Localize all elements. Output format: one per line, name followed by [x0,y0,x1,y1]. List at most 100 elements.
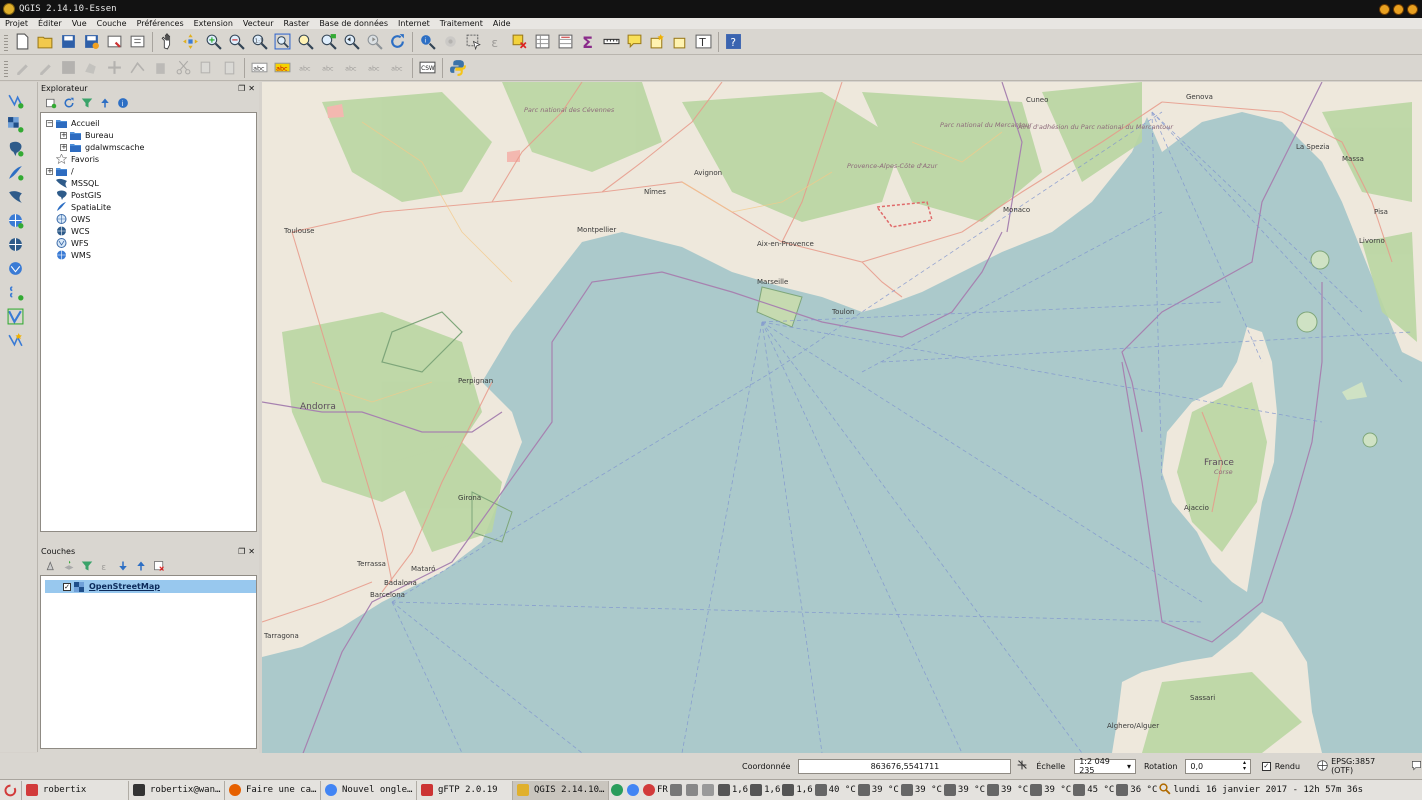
pan-hand-icon[interactable] [157,31,178,52]
add-delimited-text-layer-icon[interactable] [5,281,27,303]
map-canvas[interactable]: Toulouse Montpellier Nîmes Avignon Aix-e… [262,82,1422,753]
maximize-button[interactable] [1393,3,1404,15]
field-calculator-icon[interactable] [555,31,576,52]
pin-label-icon[interactable]: abc [295,57,316,78]
crs-globe-icon[interactable] [1317,759,1328,773]
tree-item-root[interactable]: + / [41,165,256,177]
zoom-last-icon[interactable] [341,31,362,52]
identify-icon[interactable]: i [417,31,438,52]
layer-row-openstreetmap[interactable]: ✓ OpenStreetMap [45,580,256,593]
python-console-icon[interactable] [447,57,468,78]
save-edits-icon[interactable] [58,57,79,78]
toolbar-grip[interactable] [4,32,8,51]
add-spatialite-layer-icon[interactable] [5,161,27,183]
composer-manager-icon[interactable] [127,31,148,52]
paste-icon[interactable] [219,57,240,78]
coordinate-field[interactable]: 863676,5541711 [798,758,1012,774]
menu-raster[interactable]: Raster [279,18,315,29]
menu-aide[interactable]: Aide [488,18,516,29]
network-icon[interactable] [611,784,623,796]
tree-item-wfs[interactable]: WFS [41,237,256,249]
scale-combobox[interactable]: 1:2 049 235 ▾ [1074,757,1136,775]
task-terminal[interactable]: robertix@wan… [129,780,225,800]
action-icon[interactable] [440,31,461,52]
refresh-icon[interactable] [387,31,408,52]
task-firefox[interactable]: Faire une ca… [225,780,321,800]
menu-base-de-donnees[interactable]: Base de données [314,18,393,29]
metasearch-csw-icon[interactable]: CSW [417,57,438,78]
add-wms-layer-icon[interactable] [5,209,27,231]
menu-vecteur[interactable]: Vecteur [238,18,279,29]
add-postgis-layer-icon[interactable] [5,137,27,159]
statistics-sigma-icon[interactable]: Σ [578,31,599,52]
search-icon[interactable] [1159,782,1171,798]
tree-item-bureau[interactable]: + Bureau [41,129,256,141]
layer-labeling-icon[interactable]: abc [249,57,270,78]
tree-item-wcs[interactable]: WCS [41,225,256,237]
add-mssql-layer-icon[interactable] [5,185,27,207]
layer-styling-icon[interactable] [43,558,59,574]
new-project-icon[interactable] [12,31,33,52]
add-selected-layers-icon[interactable] [43,95,59,111]
volume-icon[interactable] [669,784,682,796]
rotation-spinbox[interactable]: 0,0 ▴ ▾ [1185,758,1252,774]
keyboard-layout[interactable]: FR [657,785,668,795]
minimize-button[interactable] [1379,3,1390,15]
filter-browser-icon[interactable] [79,95,95,111]
show-bookmarks-icon[interactable] [670,31,691,52]
current-edits-icon[interactable] [12,57,33,78]
expand-toggle[interactable]: + [60,131,67,139]
add-group-icon[interactable] [61,558,77,574]
chrome-tray-icon[interactable] [627,784,639,796]
menu-vue[interactable]: Vue [67,18,92,29]
render-checkbox[interactable]: ✓ [1262,761,1271,771]
collapse-all-icon[interactable] [133,558,149,574]
rotate-label-icon[interactable]: abc [364,57,385,78]
layer-visibility-checkbox[interactable]: ✓ [63,582,71,591]
zoom-native-icon[interactable]: 1:1 [249,31,270,52]
help-icon[interactable]: ? [723,31,744,52]
new-bookmark-icon[interactable] [647,31,668,52]
close-panel-icon[interactable]: ✕ [248,84,255,93]
add-wcs-layer-icon[interactable] [5,233,27,255]
task-robertix[interactable]: robertix [22,780,129,800]
clock[interactable]: lundi 16 janvier 2017 - 12h 57m 36s [1173,785,1363,795]
show-hide-label-icon[interactable]: abc [318,57,339,78]
messages-icon[interactable] [1411,760,1422,773]
pan-to-selection-icon[interactable] [180,31,201,52]
close-panel-icon[interactable]: ✕ [248,547,255,556]
tree-item-favoris[interactable]: Favoris [41,153,256,165]
zoom-in-icon[interactable] [203,31,224,52]
menu-couche[interactable]: Couche [92,18,132,29]
clipboard-icon[interactable] [685,784,698,796]
attribute-table-icon[interactable] [532,31,553,52]
add-feature-icon[interactable] [81,57,102,78]
alarm-clock-icon[interactable] [643,784,655,796]
tree-item-ows[interactable]: OWS [41,213,256,225]
expand-toggle[interactable]: + [46,167,53,175]
measure-line-icon[interactable] [601,31,622,52]
zoom-next-icon[interactable] [364,31,385,52]
label-highlight-icon[interactable]: abc [272,57,293,78]
close-button[interactable] [1407,3,1418,15]
expand-toggle[interactable]: + [60,143,67,151]
filter-legend-icon[interactable] [79,558,95,574]
float-panel-icon[interactable]: ❐ [238,547,245,556]
zoom-to-layer-icon[interactable] [318,31,339,52]
tree-item-postgis[interactable]: PostGIS [41,189,256,201]
task-gftp[interactable]: gFTP 2.0.19 [417,780,513,800]
zoom-full-icon[interactable] [272,31,293,52]
toggle-editing-icon[interactable] [35,57,56,78]
move-label-icon[interactable]: abc [341,57,362,78]
move-feature-icon[interactable] [104,57,125,78]
refresh-browser-icon[interactable] [61,95,77,111]
tree-item-wms[interactable]: WMS [41,249,256,261]
collapse-all-icon[interactable] [97,95,113,111]
menu-extension[interactable]: Extension [189,18,238,29]
map-tips-icon[interactable] [624,31,645,52]
delete-selected-icon[interactable] [150,57,171,78]
filter-expression-icon[interactable]: ε [97,558,113,574]
toolbar-grip[interactable] [4,58,8,77]
add-wfs-layer-icon[interactable] [5,257,27,279]
cut-icon[interactable] [173,57,194,78]
